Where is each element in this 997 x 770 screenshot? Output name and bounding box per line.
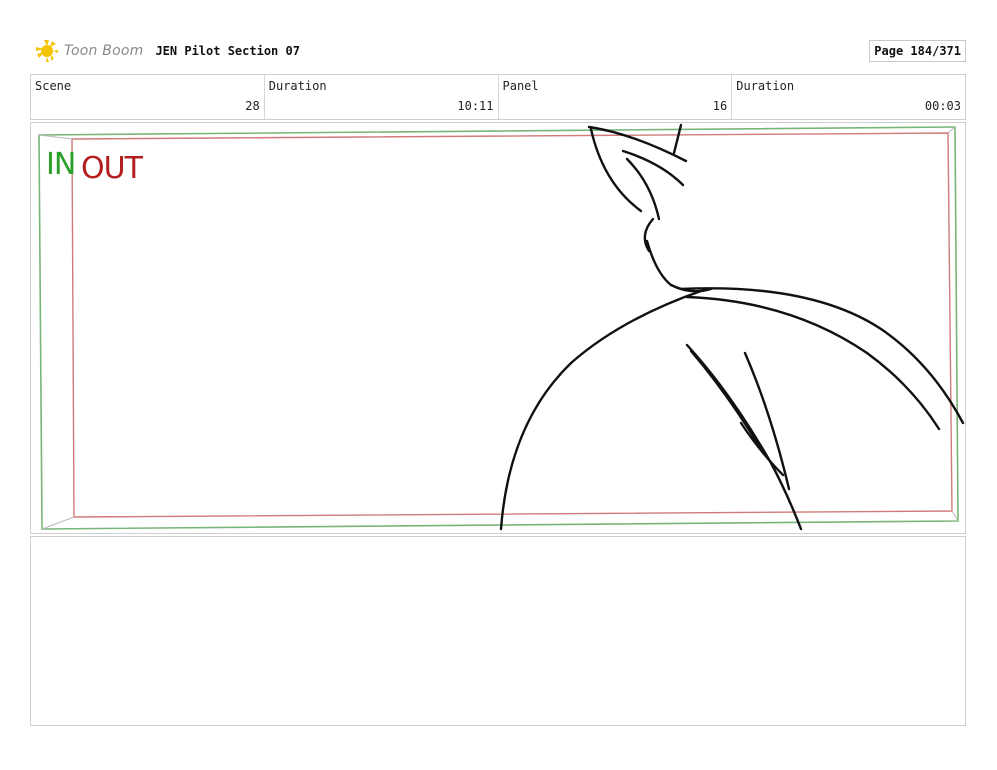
panel-drawing: [38, 123, 965, 531]
brand-name: Toon Boom: [64, 43, 144, 59]
panel-info-row: Scene 28 Duration 10:11 Panel 16 Duratio…: [30, 74, 966, 120]
camera-frame-out: [71, 132, 953, 518]
in-marker: IN: [46, 147, 76, 182]
storyboard-panel: IN OUT: [30, 122, 966, 534]
scene-duration-label: Duration: [268, 79, 327, 93]
panel-duration-value: 00:03: [924, 99, 961, 113]
panel-label: Panel: [502, 79, 539, 93]
out-marker: OUT: [81, 151, 143, 186]
page-header: Toon Boom JEN Pilot Section 07 Page 184/…: [30, 36, 966, 66]
project-title: JEN Pilot Section 07: [155, 44, 300, 58]
scene-cell: Scene 28: [31, 75, 265, 119]
character-sketch: [499, 123, 965, 531]
panel-notes: [30, 536, 966, 726]
toon-boom-logo: Toon Boom JEN Pilot Section 07: [34, 38, 300, 64]
page-number: Page 184/371: [869, 40, 966, 62]
scene-duration-value: 10:11: [457, 99, 494, 113]
panel-value: 16: [712, 99, 728, 113]
sun-logo-icon: [36, 40, 58, 62]
scene-value: 28: [245, 99, 260, 113]
panel-cell: Panel 16: [499, 75, 733, 119]
panel-duration-cell: Duration 00:03: [732, 75, 965, 119]
scene-duration-cell: Duration 10:11: [265, 75, 499, 119]
scene-label: Scene: [35, 79, 72, 93]
panel-duration-label: Duration: [736, 79, 795, 93]
